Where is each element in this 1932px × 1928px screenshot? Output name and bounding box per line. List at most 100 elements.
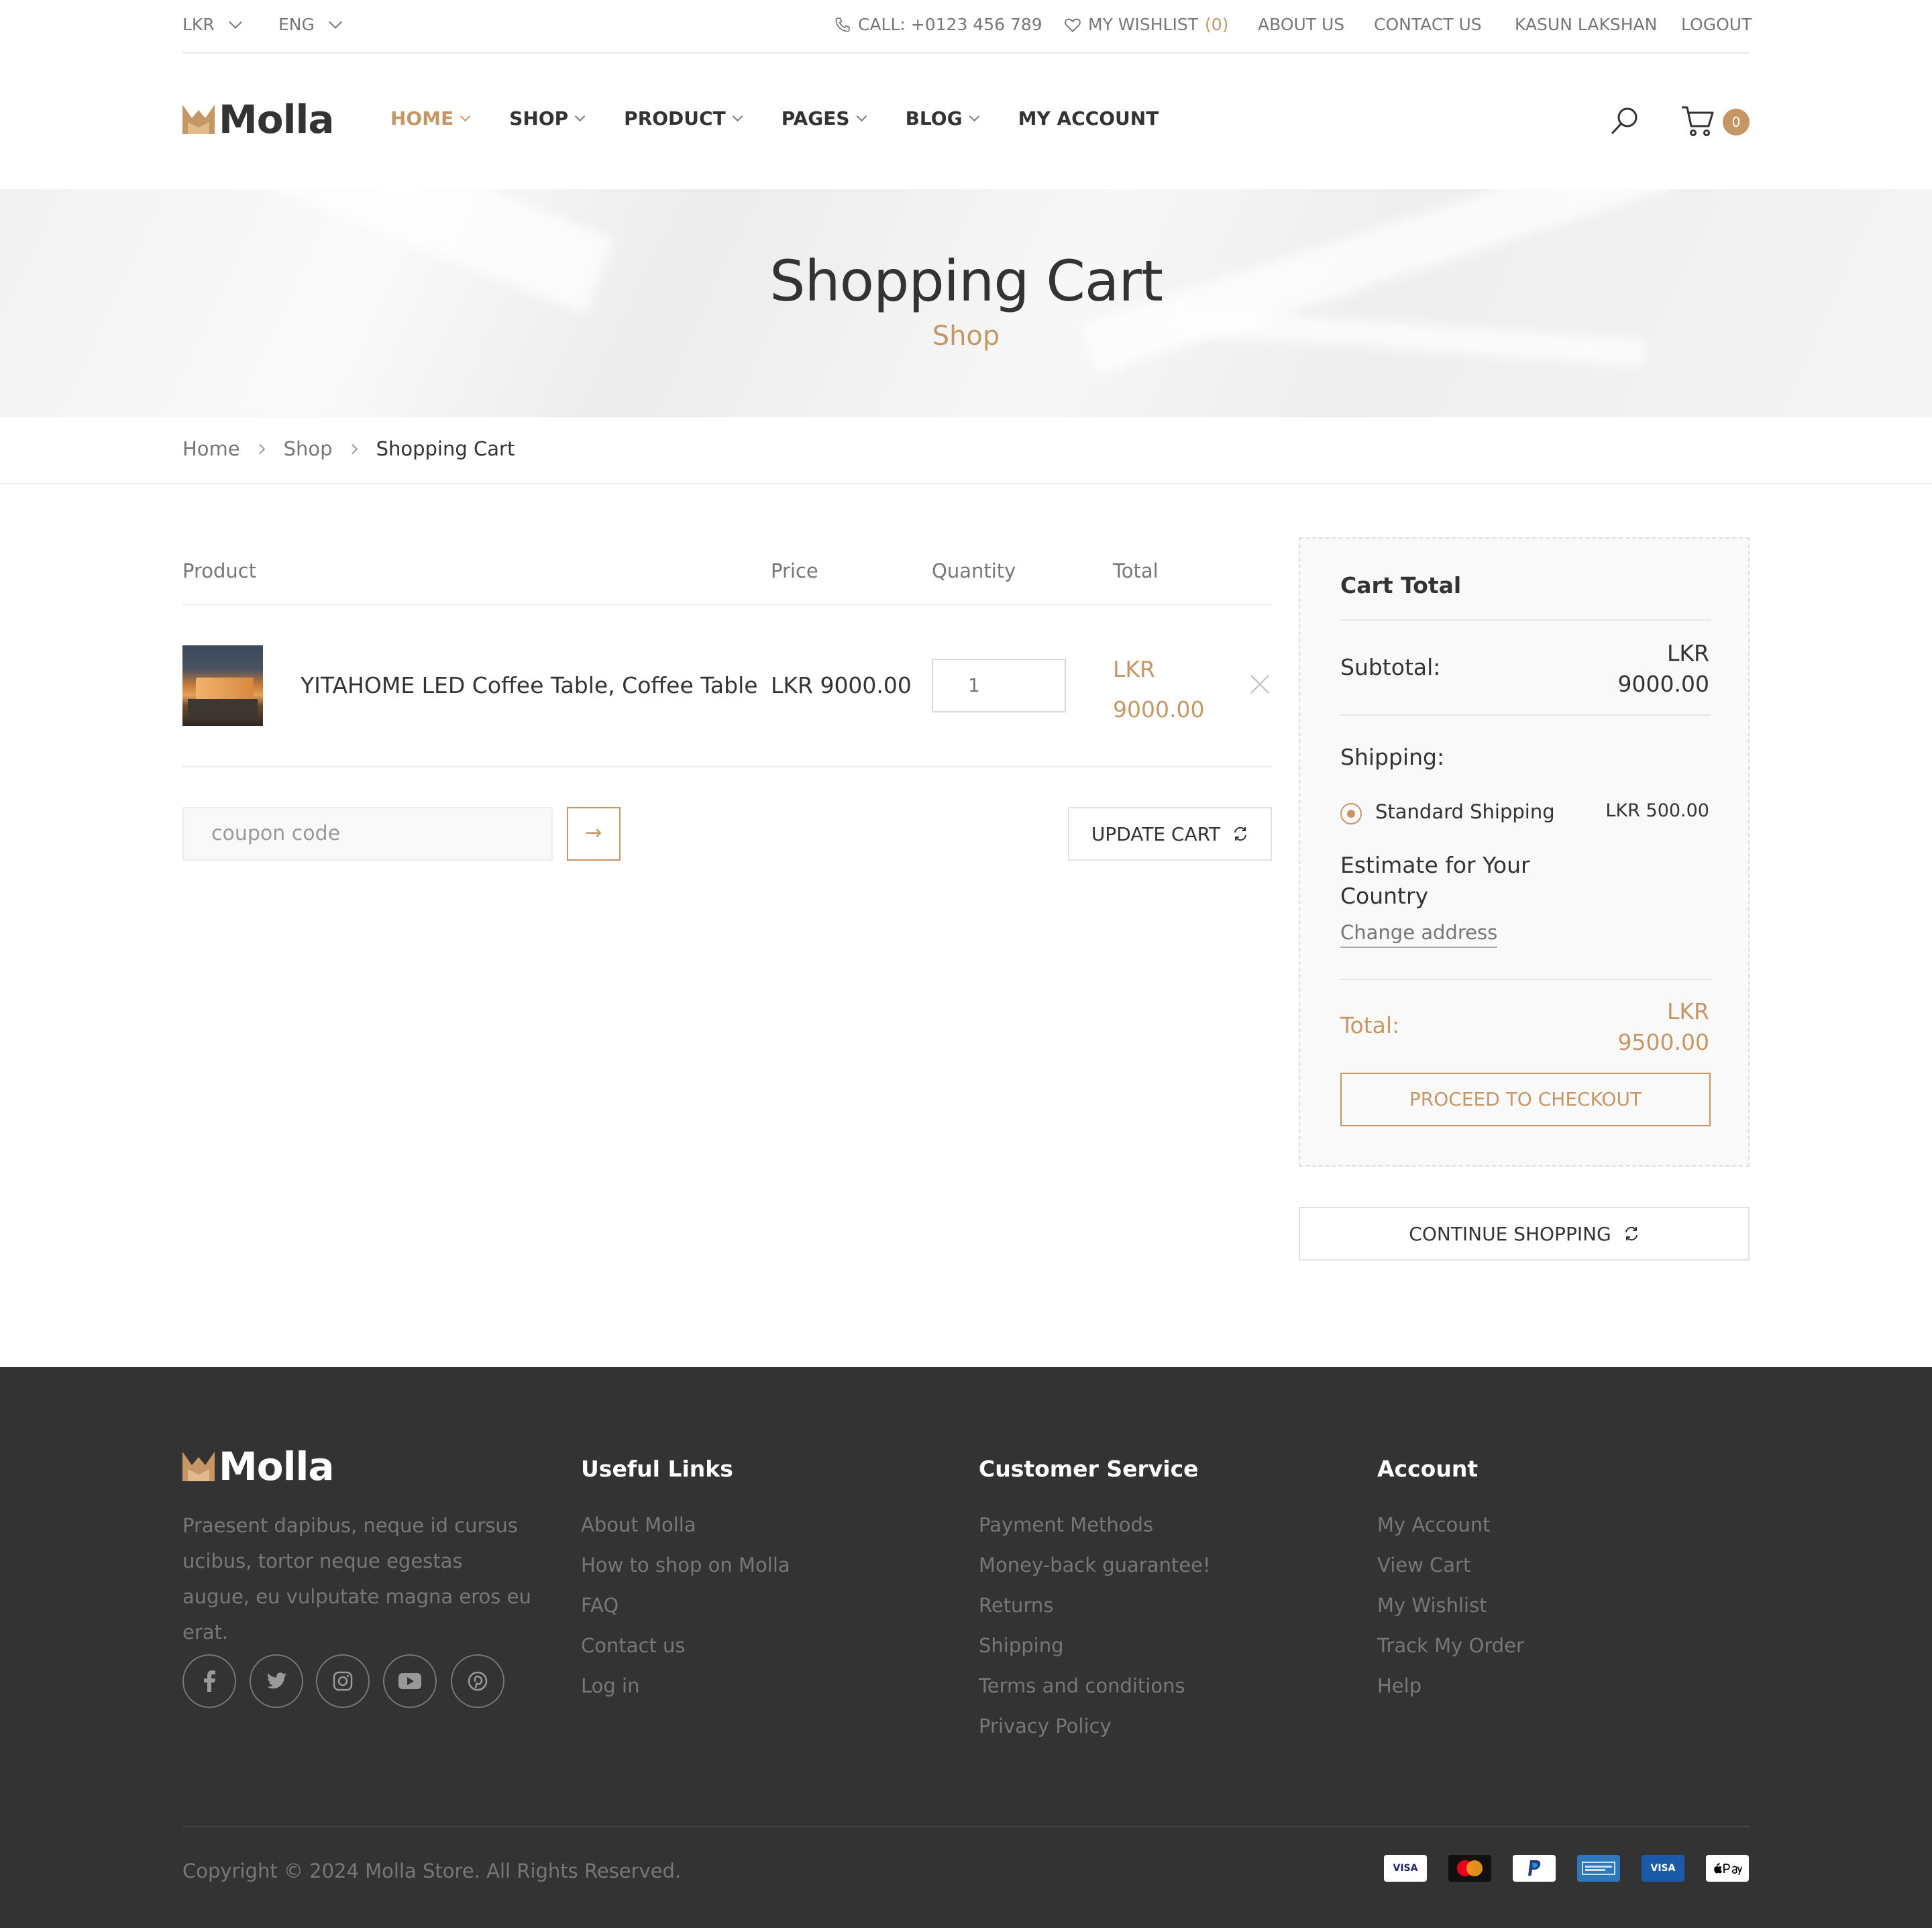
footer-link[interactable]: My Wishlist (1377, 1594, 1487, 1617)
shipping-radio[interactable] (1340, 803, 1362, 824)
column-header-product: Product (182, 559, 257, 582)
nav-label: HOME (390, 107, 454, 129)
heart-icon (1065, 18, 1081, 32)
logo[interactable]: Molla (182, 97, 334, 142)
remove-item-icon[interactable] (1249, 674, 1271, 695)
logo-icon (182, 105, 215, 134)
proceed-to-checkout-button[interactable]: PROCEED TO CHECKOUT (1340, 1073, 1711, 1126)
nav-label: SHOP (509, 107, 569, 129)
top-bar: LKR ENG CALL: +0123 456 789 MY WISHLIST … (182, 0, 1752, 54)
footer-link[interactable]: Log in (581, 1674, 639, 1697)
nav-label: PRODUCT (624, 107, 726, 129)
breadcrumb-shop[interactable]: Shop (284, 437, 333, 460)
visa-icon: VISA (1384, 1855, 1427, 1882)
about-link[interactable]: ABOUT US (1258, 15, 1344, 34)
paypal-icon (1513, 1855, 1556, 1882)
chevron-down-icon (969, 111, 979, 122)
footer-link[interactable]: Privacy Policy (979, 1715, 1112, 1737)
footer-link[interactable]: FAQ (581, 1594, 619, 1617)
footer-link[interactable]: Payment Methods (979, 1513, 1153, 1536)
apply-coupon-button[interactable]: → (567, 807, 621, 861)
product-price: LKR 9000.00 (771, 672, 912, 698)
cart-total-panel: Cart Total Subtotal: LKR 9000.00 Shippin… (1299, 537, 1750, 1167)
total-label: Total: (1340, 1012, 1400, 1038)
refresh-icon (1625, 1226, 1638, 1241)
nav-home[interactable]: HOME (390, 107, 471, 129)
cart-total-title: Cart Total (1340, 572, 1462, 598)
table-row-divider (182, 766, 1272, 767)
estimate-heading-line: Estimate for Your (1340, 852, 1530, 878)
footer-link[interactable]: Track My Order (1377, 1634, 1524, 1657)
search-icon[interactable] (1610, 106, 1640, 136)
about-label: ABOUT US (1258, 15, 1345, 34)
coupon-input[interactable]: coupon code (182, 807, 553, 861)
facebook-icon[interactable] (182, 1654, 236, 1708)
user-link[interactable]: KASUN LAKSHAN (1515, 15, 1657, 34)
wishlist-count: (0) (1205, 15, 1229, 34)
logout-label: LOGOUT (1681, 15, 1752, 34)
nav-my-account[interactable]: MY ACCOUNT (1018, 107, 1159, 129)
update-cart-button[interactable]: UPDATE CART (1068, 807, 1272, 861)
breadcrumb-current: Shopping Cart (376, 437, 515, 460)
twitter-icon[interactable] (250, 1654, 303, 1708)
footer-link[interactable]: My Account (1377, 1513, 1491, 1536)
phone-label: CALL: +0123 456 789 (858, 15, 1042, 34)
footer-logo-text: Molla (219, 1444, 334, 1489)
product-total: LKR 9000.00 (1113, 649, 1204, 730)
footer-link[interactable]: Contact us (581, 1634, 686, 1657)
currency-selector[interactable]: LKR (182, 15, 242, 34)
instagram-icon[interactable] (316, 1654, 370, 1708)
cart-button[interactable]: 0 (1680, 105, 1750, 138)
chevron-down-icon (228, 15, 242, 29)
youtube-icon[interactable] (383, 1654, 437, 1708)
contact-link[interactable]: CONTACT US (1374, 15, 1482, 34)
nav-label: MY ACCOUNT (1018, 107, 1159, 129)
total-currency: LKR (1667, 998, 1709, 1024)
chevron-down-icon (856, 111, 867, 122)
total-amount: 9500.00 (1617, 1029, 1709, 1055)
nav-blog[interactable]: BLOG (906, 107, 979, 129)
footer-description: Praesent dapibus, neque id cursus ucibus… (182, 1514, 531, 1644)
footer-link[interactable]: Terms and conditions (979, 1674, 1185, 1697)
logout-link[interactable]: LOGOUT (1681, 15, 1752, 34)
footer-link[interactable]: Money-back guarantee! (979, 1554, 1211, 1576)
product-name[interactable]: YITAHOME LED Coffee Table, Coffee Table (301, 672, 758, 698)
pinterest-icon[interactable] (451, 1654, 504, 1708)
nav-pages[interactable]: PAGES (782, 107, 867, 129)
quantity-input[interactable]: 1 (932, 659, 1066, 712)
nav-product[interactable]: PRODUCT (624, 107, 743, 129)
estimate-heading-line: Country (1340, 883, 1429, 909)
contact-label: CONTACT US (1374, 15, 1482, 34)
subtotal-label: Subtotal: (1340, 654, 1441, 680)
nav-shop[interactable]: SHOP (509, 107, 586, 129)
chevron-right-icon (347, 443, 358, 454)
page: LKR ENG CALL: +0123 456 789 MY WISHLIST … (0, 0, 1932, 1928)
breadcrumb-home[interactable]: Home (182, 437, 240, 460)
column-header-quantity: Quantity (932, 559, 1016, 582)
change-address-link[interactable]: Change address (1340, 921, 1498, 948)
column-header-total: Total (1113, 559, 1159, 582)
footer-link[interactable]: Returns (979, 1594, 1053, 1617)
language-selector[interactable]: ENG (278, 15, 342, 34)
phone-link[interactable]: CALL: +0123 456 789 (834, 15, 1042, 34)
product-image-detail (196, 678, 254, 700)
cart-count-badge: 0 (1723, 109, 1750, 136)
estimate-heading: Estimate for Your Country (1340, 850, 1530, 912)
wishlist-link[interactable]: MY WISHLIST (0) (1064, 15, 1228, 34)
footer-link[interactable]: How to shop on Molla (581, 1554, 790, 1576)
chevron-right-icon (254, 443, 265, 454)
update-cart-label: UPDATE CART (1091, 822, 1221, 845)
wishlist-label: MY WISHLIST (1088, 15, 1198, 34)
subtotal-amount: 9000.00 (1617, 671, 1709, 697)
footer-link[interactable]: View Cart (1377, 1554, 1470, 1576)
chevron-down-icon (574, 111, 586, 122)
footer-link[interactable]: Shipping (979, 1634, 1064, 1657)
product-thumbnail[interactable] (182, 645, 263, 726)
footer-logo[interactable]: Molla (182, 1444, 334, 1489)
footer-link[interactable]: About Molla (581, 1513, 696, 1536)
shipping-price: LKR 500.00 (1605, 800, 1709, 821)
footer-link[interactable]: Help (1377, 1674, 1421, 1697)
continue-shopping-button[interactable]: CONTINUE SHOPPING (1299, 1207, 1750, 1261)
shipping-label: Shipping: (1340, 744, 1445, 770)
footer-divider (182, 1826, 1750, 1827)
